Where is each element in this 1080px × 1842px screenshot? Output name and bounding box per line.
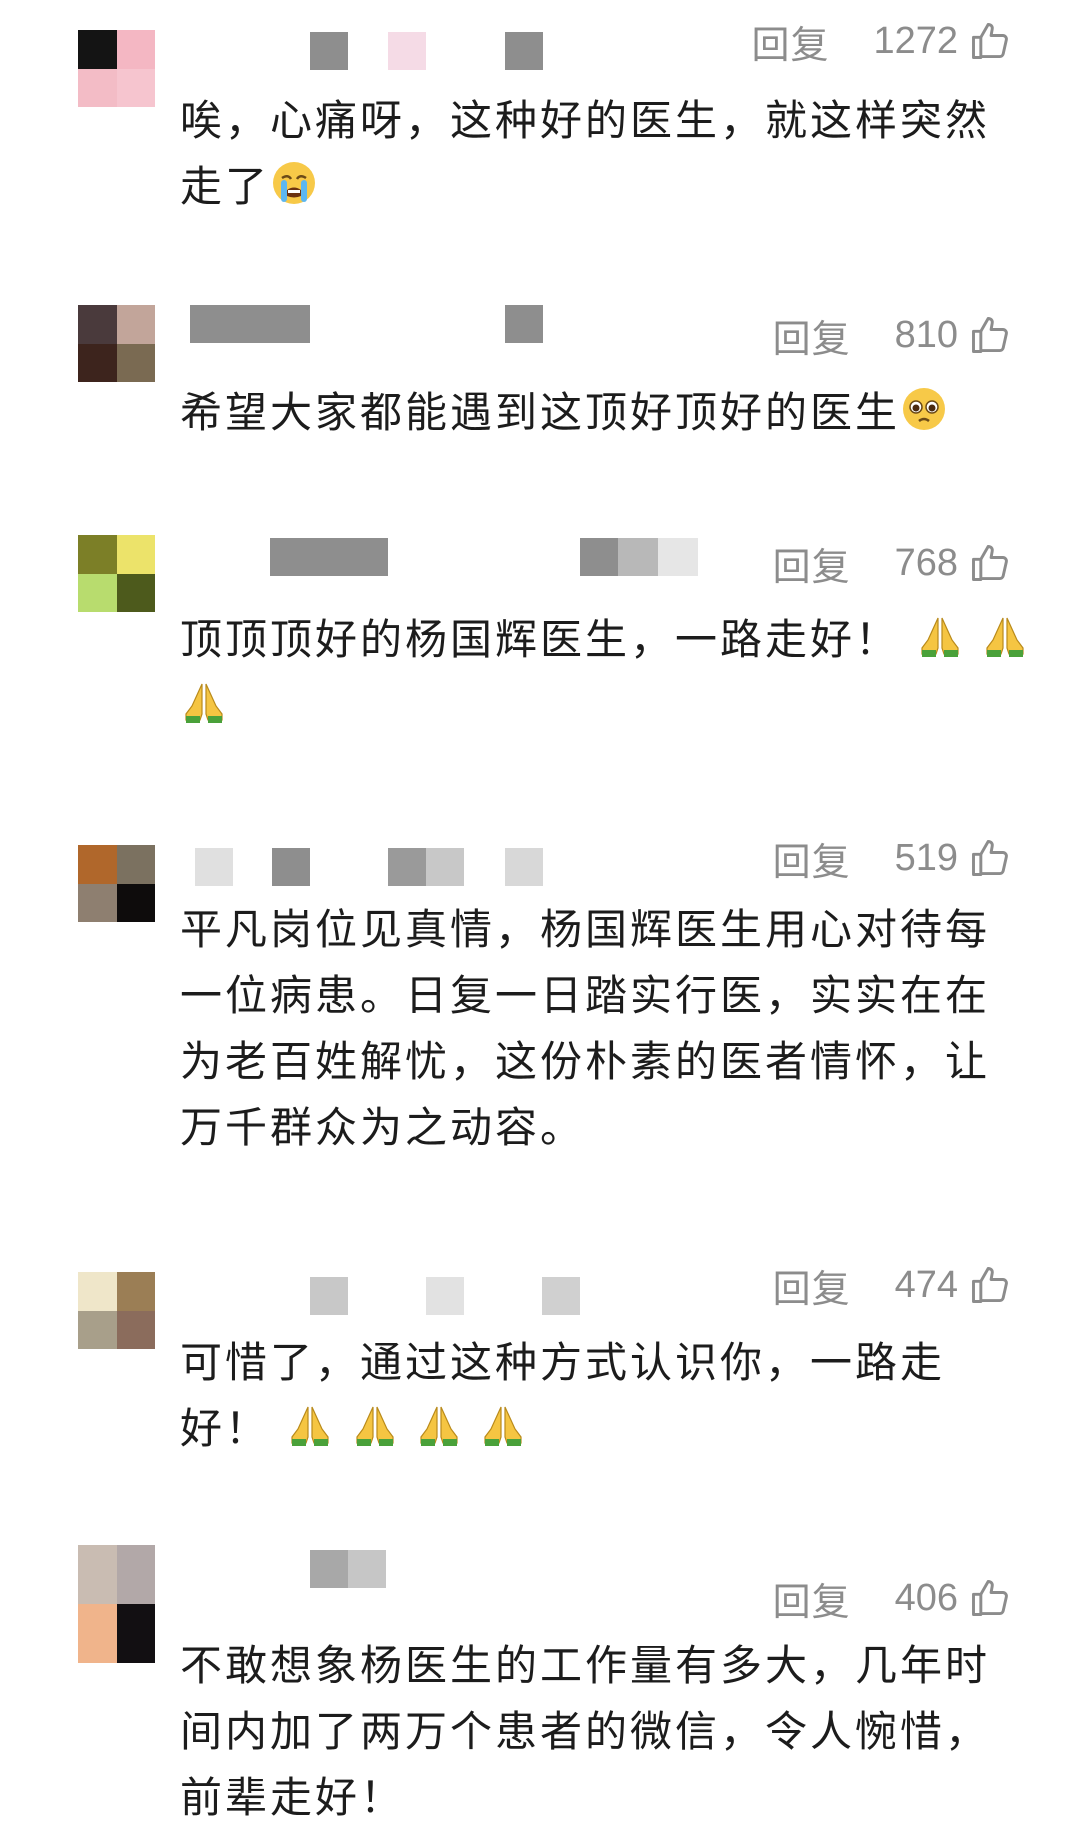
thumbs-up-icon[interactable]: [968, 313, 1012, 357]
comment-text: 顶顶顶好的杨国辉医生，一路走好！: [180, 607, 1030, 739]
avatar-cell: [116, 845, 155, 884]
avatar[interactable]: [78, 30, 155, 107]
folded-hands-icon: [986, 617, 1024, 657]
like-count: 519: [894, 836, 958, 879]
crying-face-icon: [273, 162, 316, 204]
like-count: 768: [894, 541, 958, 584]
comment-item: 回复 406 不敢想象杨医生的工作量有多大，几年时间内加了两万个患者的微信，令人…: [0, 1545, 1080, 1842]
folded-hands-icon: [420, 1406, 458, 1446]
comment-body: 平凡岗位见真情，杨国辉医生用心对待每一位病患。日复一日踏实行医，实实在在为老百姓…: [180, 905, 991, 1152]
like-count: 406: [894, 1576, 958, 1619]
thumbs-up-icon[interactable]: [968, 836, 1012, 880]
avatar-cell: [78, 305, 117, 344]
avatar[interactable]: [78, 1272, 155, 1349]
avatar[interactable]: [78, 845, 155, 922]
avatar-cell: [116, 535, 155, 574]
avatar-cell: [78, 845, 117, 884]
comment-actions: 回复 474: [773, 1262, 1012, 1311]
reply-button[interactable]: 回复: [773, 831, 851, 886]
avatar[interactable]: [78, 305, 155, 382]
comment-body: 顶顶顶好的杨国辉医生，一路走好！: [180, 615, 901, 664]
avatar-cell: [116, 1310, 155, 1349]
comment-text: 不敢想象杨医生的工作量有多大，几年时间内加了两万个患者的微信，令人惋惜，前辈走好…: [180, 1633, 1030, 1831]
avatar-cell: [116, 305, 155, 344]
avatar-cell: [78, 535, 117, 574]
avatar-cell: [116, 1272, 155, 1311]
avatar-cell: [116, 883, 155, 922]
comment-text: 唉，心痛呀，这种好的医生，就这样突然走了: [180, 88, 1030, 220]
avatar-cell: [116, 1604, 155, 1663]
thumbs-up-icon[interactable]: [968, 1263, 1012, 1307]
pleading-face-icon: [903, 388, 946, 430]
folded-hands-icon: [921, 617, 959, 657]
avatar-cell: [78, 883, 117, 922]
avatar-cell: [116, 30, 155, 69]
avatar-cell: [116, 68, 155, 107]
avatar-cell: [78, 30, 117, 69]
reply-button[interactable]: 回复: [773, 1571, 851, 1626]
comment-text: 希望大家都能遇到这顶好顶好的医生: [180, 380, 1030, 446]
thumbs-up-icon[interactable]: [968, 1576, 1012, 1620]
comment-actions: 回复 1272: [751, 18, 1012, 67]
comment-actions: 回复 519: [773, 835, 1012, 884]
comment-item: 回复 519 平凡岗位见真情，杨国辉医生用心对待每一位病患。日复一日踏实行医，实…: [0, 837, 1080, 1175]
avatar-cell: [78, 1272, 117, 1311]
username-redacted[interactable]: [190, 1550, 490, 1588]
avatar-cell: [78, 343, 117, 382]
reply-button[interactable]: 回复: [773, 308, 851, 363]
thumbs-up-icon[interactable]: [968, 19, 1012, 63]
comment-actions: 回复 768: [773, 540, 1012, 589]
like-count: 810: [894, 313, 958, 356]
avatar[interactable]: [78, 1545, 155, 1663]
comment-text: 可惜了，通过这种方式认识你，一路走好！: [180, 1330, 1030, 1462]
username-redacted[interactable]: [190, 848, 550, 886]
username-redacted[interactable]: [190, 305, 570, 343]
avatar-cell: [116, 343, 155, 382]
username-redacted[interactable]: [270, 538, 710, 576]
comment-body: 希望大家都能遇到这顶好顶好的医生: [180, 388, 901, 437]
comment-body: 不敢想象杨医生的工作量有多大，几年时间内加了两万个患者的微信，令人惋惜，前辈走好…: [180, 1641, 991, 1822]
like-count: 1272: [873, 19, 958, 62]
avatar-cell: [78, 1310, 117, 1349]
comment-text: 平凡岗位见真情，杨国辉医生用心对待每一位病患。日复一日踏实行医，实实在在为老百姓…: [180, 897, 1030, 1161]
comment-item: 回复 810 希望大家都能遇到这顶好顶好的医生: [0, 300, 1080, 470]
avatar-cell: [78, 573, 117, 612]
avatar-cell: [116, 1545, 155, 1604]
reply-button[interactable]: 回复: [751, 14, 829, 69]
comment-actions: 回复 810: [773, 312, 1012, 361]
reply-button[interactable]: 回复: [773, 1258, 851, 1313]
username-redacted[interactable]: [190, 1277, 590, 1315]
folded-hands-icon: [356, 1406, 394, 1446]
comment-actions: 回复 406: [773, 1575, 1012, 1624]
avatar-cell: [116, 573, 155, 612]
comment-item: 回复 1272 唉，心痛呀，这种好的医生，就这样突然走了: [0, 0, 1080, 240]
reply-button[interactable]: 回复: [773, 536, 851, 591]
username-redacted[interactable]: [280, 32, 580, 70]
avatar-cell: [78, 1604, 117, 1663]
avatar[interactable]: [78, 535, 155, 612]
folded-hands-icon: [484, 1406, 523, 1446]
folded-hands-icon: [185, 683, 223, 723]
avatar-cell: [78, 1545, 117, 1604]
folded-hands-icon: [291, 1406, 329, 1446]
comment-item: 回复 768 顶顶顶好的杨国辉医生，一路走好！: [0, 535, 1080, 755]
avatar-cell: [78, 68, 117, 107]
thumbs-up-icon[interactable]: [968, 541, 1012, 585]
comment-item: 回复 474 可惜了，通过这种方式认识你，一路走好！: [0, 1264, 1080, 1482]
like-count: 474: [894, 1263, 958, 1306]
